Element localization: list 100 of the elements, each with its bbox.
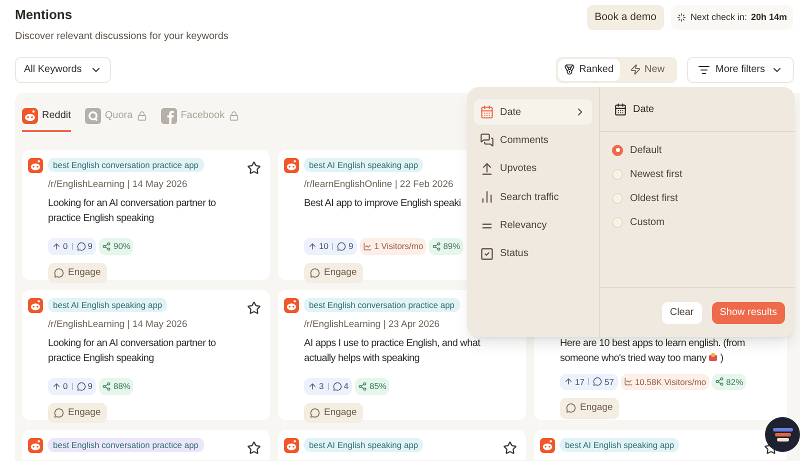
filter-menu-item[interactable]: Search traffic: [474, 184, 592, 210]
upvote-count: 0: [63, 380, 68, 392]
book-demo-button[interactable]: Book a demo: [586, 5, 664, 30]
arrow-up-icon: [52, 382, 61, 391]
reddit-icon: [284, 298, 299, 312]
keywords-dropdown[interactable]: All Keywords: [15, 56, 111, 82]
calendar-icon: [480, 105, 494, 119]
sort-radio-option[interactable]: Newest first: [612, 162, 783, 186]
next-check-time: 20h 14m: [750, 10, 787, 24]
share-icon: [358, 382, 368, 391]
comment-icon: [332, 382, 342, 391]
panel-title: Date: [633, 102, 654, 116]
upvote-count: 17: [575, 376, 584, 388]
more-filters-button[interactable]: More filters: [686, 56, 794, 82]
relevance-score: 89%: [443, 240, 460, 252]
engage-button[interactable]: Engage: [48, 402, 107, 423]
post-source: /r/EnglishLearning | 23 Apr 2026: [304, 318, 441, 332]
arrow-up-icon: [52, 242, 61, 251]
relevance-score: 85%: [369, 380, 386, 392]
reddit-icon: [540, 438, 555, 452]
sort-option[interactable]: Ranked: [558, 58, 620, 80]
keyword-tag: best AI English speaking app: [304, 158, 424, 172]
spinner-icon: [677, 13, 686, 22]
sort-radio-option[interactable]: Oldest first: [612, 186, 783, 210]
engage-button[interactable]: Engage: [560, 398, 619, 418]
post-title[interactable]: Looking for an AI conversation partner to practice English speaking: [48, 196, 261, 228]
chat-icon: [566, 403, 576, 414]
reddit-icon: [28, 158, 43, 172]
upvote-count: 3: [319, 380, 324, 392]
chat-icon: [54, 268, 64, 278]
keyword-tag: best AI English speaking app: [560, 438, 680, 452]
radio-button[interactable]: [612, 192, 623, 204]
checkbox-icon: [480, 246, 494, 261]
upvote-count: 0: [63, 240, 68, 252]
comment-count: 9: [88, 380, 92, 392]
platform-tab[interactable]: Reddit: [22, 106, 71, 132]
keyword-tag: best AI English speaking app: [304, 438, 424, 452]
post-title[interactable]: Looking for an AI conversation partner to practice English speaking: [48, 336, 261, 368]
relevance-score: 90%: [113, 240, 130, 252]
visitors-count: 1 Visitors/mo: [374, 240, 424, 252]
calendar-icon: [614, 102, 627, 116]
post-title[interactable]: AI apps I use to practice English, and what actually helps with speaking: [304, 336, 517, 368]
filter-menu-item[interactable]: Relevancy: [474, 212, 592, 239]
share-icon: [102, 242, 112, 251]
comments-icon: [480, 133, 494, 148]
filter-menu-item[interactable]: Comments: [474, 127, 592, 154]
engage-button[interactable]: Engage: [48, 262, 107, 283]
share-icon: [715, 377, 724, 386]
chat-icon: [54, 408, 64, 418]
stacked-bars-icon: [772, 428, 792, 442]
filter-menu-item[interactable]: Date: [474, 99, 592, 125]
page-subtitle: Discover relevant discussions for your keywords: [15, 30, 228, 44]
star-icon[interactable]: [247, 440, 261, 454]
comment-count: 9: [88, 240, 92, 252]
clear-button[interactable]: Clear: [662, 302, 702, 324]
next-check-label: Next check in:: [690, 10, 747, 24]
star-icon[interactable]: [247, 160, 261, 174]
lightning-icon: [630, 64, 641, 75]
arrow-up-icon: [480, 162, 494, 176]
sort-radio-option[interactable]: Custom: [612, 210, 783, 234]
sort-option[interactable]: New: [620, 58, 675, 80]
star-icon[interactable]: [247, 300, 261, 314]
comment-icon: [76, 242, 86, 251]
reddit-icon: [28, 298, 43, 312]
star-icon[interactable]: [503, 440, 517, 454]
radio-button[interactable]: [612, 144, 623, 156]
filter-icon: [698, 64, 710, 76]
comment-count: 57: [604, 376, 614, 388]
reddit-icon: [28, 438, 43, 452]
line-chart-icon: [363, 242, 372, 251]
medal-icon: [564, 64, 576, 75]
relevance-score: 82%: [726, 376, 744, 388]
comment-icon: [337, 242, 346, 251]
post-title[interactable]: Here are 10 best apps to learn english. (from someone who's tried way too many ): [560, 336, 778, 368]
keyword-tag: best AI English speaking app: [48, 298, 168, 312]
arrow-up-icon: [308, 242, 317, 251]
post-source: /r/learnEnglishOnline | 22 Feb 2026: [304, 178, 454, 192]
quora-icon: [84, 108, 101, 124]
arrow-up-icon: [308, 382, 317, 391]
page-title: Mentions: [15, 6, 74, 24]
keyword-tag: best English conversation practice app: [48, 158, 204, 172]
relevance-score: 88%: [113, 380, 130, 392]
sort-radio-option[interactable]: Default: [612, 138, 783, 162]
radio-button[interactable]: [612, 216, 623, 228]
filter-menu-item[interactable]: Upvotes: [474, 156, 592, 182]
upvote-count: 10: [319, 240, 328, 252]
share-icon: [432, 242, 442, 251]
reddit-icon: [284, 438, 299, 452]
engage-button[interactable]: Engage: [304, 262, 363, 283]
arrow-up-icon: [564, 377, 573, 386]
comment-icon: [593, 377, 602, 386]
keyword-tag: best English conversation practice app: [48, 438, 204, 452]
reddit-icon: [284, 158, 299, 172]
bar-chart-icon: [480, 190, 494, 204]
engage-button[interactable]: Engage: [304, 402, 363, 423]
filter-menu-item[interactable]: Status: [474, 240, 592, 267]
reddit-icon: [22, 108, 38, 124]
radio-button[interactable]: [612, 168, 623, 180]
post-source: /r/EnglishLearning | 14 May 2026: [48, 178, 188, 192]
line-chart-icon: [624, 377, 633, 386]
